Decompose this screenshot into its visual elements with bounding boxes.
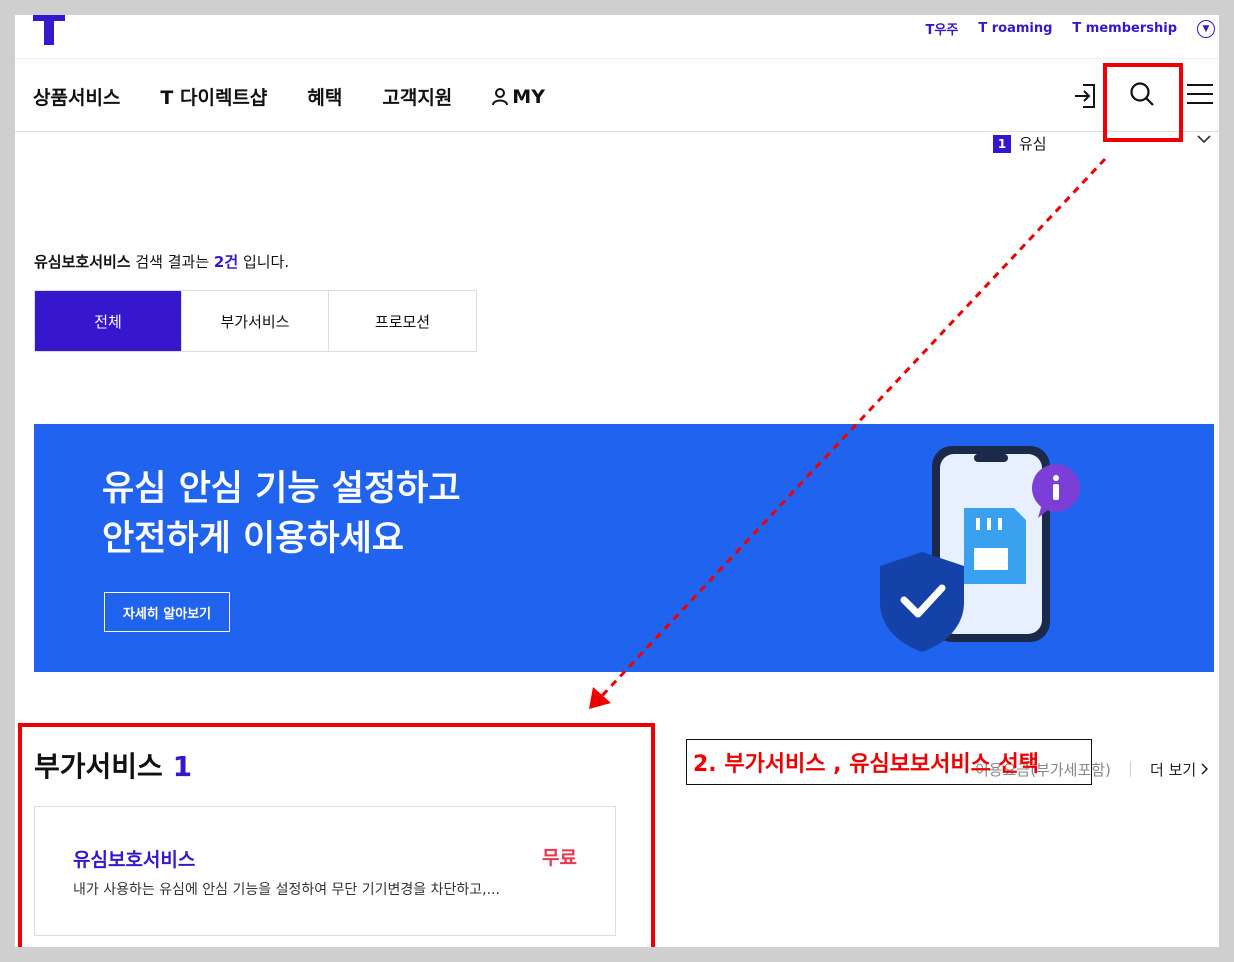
search-highlight-box: [1103, 63, 1183, 142]
chevron-down-icon[interactable]: [1197, 133, 1211, 148]
nav-item-my[interactable]: MY: [492, 83, 545, 110]
banner-line-1: 유심 안심 기능 설정하고: [102, 469, 461, 509]
login-icon[interactable]: [1074, 83, 1096, 109]
top-links: T우주 T roaming T membership ▼: [926, 19, 1215, 38]
page: T우주 T roaming T membership ▼ 상품서비스 T 다이렉…: [15, 15, 1219, 947]
summary-tail: 입니다.: [238, 253, 290, 271]
link-t-roaming[interactable]: T roaming: [978, 21, 1052, 36]
service-card[interactable]: 유심보호서비스 무료 내가 사용하는 유심에 안심 기능을 설정하여 무단 기기…: [34, 806, 616, 936]
link-t-membership[interactable]: T membership: [1072, 21, 1177, 36]
search-suggestion[interactable]: 1 유심: [993, 133, 1047, 154]
tab-all[interactable]: 전체: [35, 291, 182, 351]
promo-banner[interactable]: 유심 안심 기능 설정하고 안전하게 이용하세요 자세히 알아보기: [34, 424, 1214, 672]
nav-item-support[interactable]: 고객지원: [382, 83, 452, 110]
service-description: 내가 사용하는 유심에 안심 기능을 설정하여 무단 기기변경을 차단하고,..…: [73, 882, 500, 898]
more-link[interactable]: 더 보기: [1150, 759, 1209, 780]
link-t-universe[interactable]: T우주: [926, 19, 959, 38]
nav-item-benefits[interactable]: 혜택: [307, 83, 342, 110]
banner-line-2: 안전하게 이용하세요: [102, 519, 404, 559]
suggestion-rank: 1: [993, 134, 1011, 153]
suggestion-text: 유심: [1019, 135, 1047, 153]
tab-addon-services[interactable]: 부가서비스: [182, 291, 329, 351]
section-title-label: 부가서비스: [34, 750, 163, 783]
search-keyword: 유심보호서비스: [34, 253, 131, 271]
result-summary: 유심보호서비스 검색 결과는 2건 입니다.: [34, 251, 289, 272]
section-count: 1: [172, 750, 193, 783]
chevron-down-icon[interactable]: ▼: [1197, 19, 1215, 38]
top-bar: T우주 T roaming T membership ▼: [15, 15, 1219, 59]
more-link-label: 더 보기: [1150, 761, 1197, 779]
service-name[interactable]: 유심보호서비스: [73, 845, 195, 872]
t-logo[interactable]: [33, 15, 65, 45]
main-nav: 상품서비스 T 다이렉트샵 혜택 고객지원 MY: [15, 59, 1219, 132]
chevron-right-icon: [1201, 763, 1209, 775]
summary-text: 검색 결과는: [130, 253, 214, 271]
result-tabs: 전체 부가서비스 프로모션: [34, 290, 477, 352]
instruction-callout: 2. 부가서비스 , 유심보보서비스 선택: [686, 739, 1092, 785]
nav-item-direct-shop[interactable]: T 다이렉트샵: [160, 83, 267, 110]
section-title: 부가서비스 1: [34, 745, 192, 785]
user-icon: [492, 87, 509, 105]
service-price: 무료: [542, 847, 577, 869]
result-count: 2건: [213, 253, 239, 271]
menu-icon[interactable]: [1187, 83, 1213, 105]
divider: [1130, 761, 1131, 777]
tab-promotion[interactable]: 프로모션: [329, 291, 476, 351]
banner-title: 유심 안심 기능 설정하고 안전하게 이용하세요: [102, 464, 461, 564]
nav-item-products[interactable]: 상품서비스: [33, 83, 120, 110]
nav-item-my-label: MY: [512, 85, 545, 108]
phone-sim-shield-illustration: [880, 446, 1080, 652]
learn-more-button[interactable]: 자세히 알아보기: [104, 592, 230, 632]
